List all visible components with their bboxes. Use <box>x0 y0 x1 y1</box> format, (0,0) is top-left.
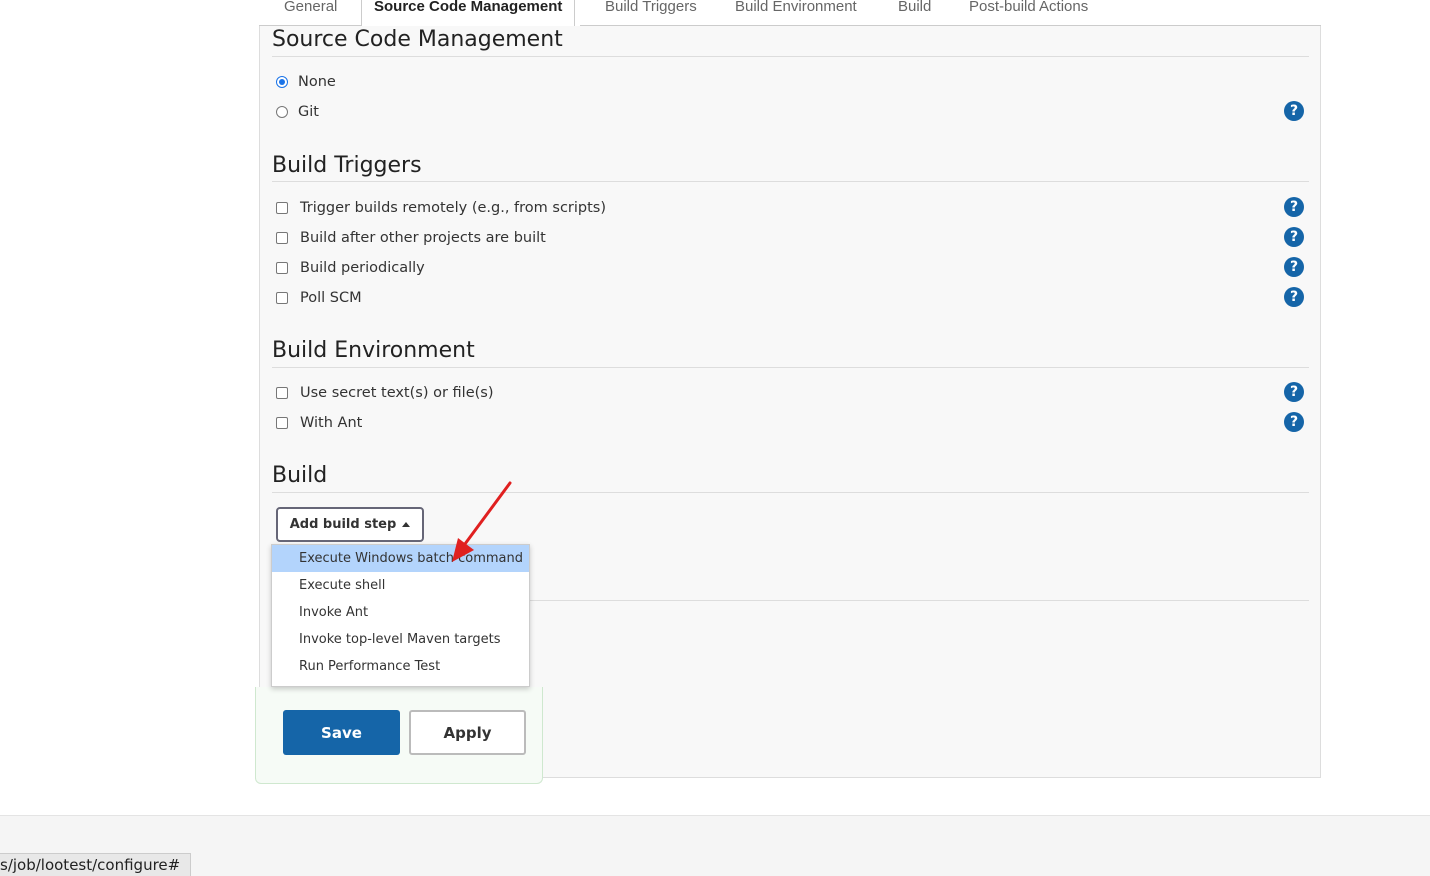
page-footer <box>0 815 1430 876</box>
trigger-periodically[interactable]: Build periodically <box>276 258 425 278</box>
scm-option-none[interactable]: None <box>276 72 336 92</box>
save-button[interactable]: Save <box>283 710 400 755</box>
config-tabs: General Source Code Management Build Tri… <box>259 0 1321 26</box>
env-with-ant[interactable]: With Ant <box>276 413 362 433</box>
help-icon[interactable]: ? <box>1284 197 1304 217</box>
env-secret-text[interactable]: Use secret text(s) or file(s) <box>276 383 494 403</box>
build-section-rule <box>272 492 1309 493</box>
menu-item-invoke-maven[interactable]: Invoke top-level Maven targets <box>272 626 529 653</box>
build-section-title: Build <box>272 463 328 488</box>
annotation-arrow-icon <box>452 481 512 562</box>
scm-section-rule <box>272 56 1309 57</box>
trigger-label: Build after other projects are built <box>300 230 546 246</box>
scm-option-label: Git <box>298 104 319 120</box>
add-build-step-button[interactable]: Add build step <box>276 507 424 542</box>
help-icon[interactable]: ? <box>1284 257 1304 277</box>
add-build-step-label: Add build step <box>289 517 397 532</box>
tab-post-build-actions[interactable]: Post-build Actions <box>969 0 1088 26</box>
env-label: With Ant <box>300 415 363 431</box>
scm-option-git[interactable]: Git <box>276 102 319 122</box>
tabs-divider <box>259 25 362 26</box>
triggers-section-title: Build Triggers <box>272 153 422 178</box>
build-divider <box>530 600 1309 601</box>
help-icon[interactable]: ? <box>1284 382 1304 402</box>
radio-git[interactable] <box>276 106 288 118</box>
tab-build-environment[interactable]: Build Environment <box>735 0 857 26</box>
tab-source-code-management[interactable]: Source Code Management <box>361 0 576 26</box>
checkbox[interactable] <box>276 262 288 274</box>
checkbox[interactable] <box>276 387 288 399</box>
checkbox[interactable] <box>276 292 288 304</box>
tab-build[interactable]: Build <box>898 0 931 26</box>
trigger-poll-scm[interactable]: Poll SCM <box>276 288 362 308</box>
checkbox[interactable] <box>276 232 288 244</box>
triggers-section-rule <box>272 181 1309 182</box>
menu-item-run-performance-test[interactable]: Run Performance Test <box>272 653 529 680</box>
menu-item-invoke-ant[interactable]: Invoke Ant <box>272 599 529 626</box>
environment-section-rule <box>272 367 1309 368</box>
status-url: s/job/lootest/configure# <box>0 853 192 876</box>
tab-general[interactable]: General <box>284 0 337 26</box>
trigger-label: Poll SCM <box>300 290 362 306</box>
trigger-remote[interactable]: Trigger builds remotely (e.g., from scri… <box>276 198 606 218</box>
menu-item-execute-shell[interactable]: Execute shell <box>272 572 529 599</box>
env-label: Use secret text(s) or file(s) <box>300 385 494 401</box>
help-icon[interactable]: ? <box>1284 101 1304 121</box>
tab-build-triggers[interactable]: Build Triggers <box>605 0 697 26</box>
scm-section-title: Source Code Management <box>272 27 563 52</box>
environment-section-title: Build Environment <box>272 338 475 363</box>
caret-up-icon <box>402 522 411 527</box>
apply-button[interactable]: Apply <box>409 710 526 755</box>
trigger-label: Trigger builds remotely (e.g., from scri… <box>300 200 607 216</box>
help-icon[interactable]: ? <box>1284 227 1304 247</box>
radio-none[interactable] <box>276 76 288 88</box>
trigger-label: Build periodically <box>300 260 425 276</box>
scm-option-label: None <box>298 74 336 90</box>
help-icon[interactable]: ? <box>1284 412 1304 432</box>
checkbox[interactable] <box>276 202 288 214</box>
checkbox[interactable] <box>276 417 288 429</box>
tabs-divider-right <box>580 25 1321 26</box>
trigger-after-other[interactable]: Build after other projects are built <box>276 228 546 248</box>
help-icon[interactable]: ? <box>1284 287 1304 307</box>
